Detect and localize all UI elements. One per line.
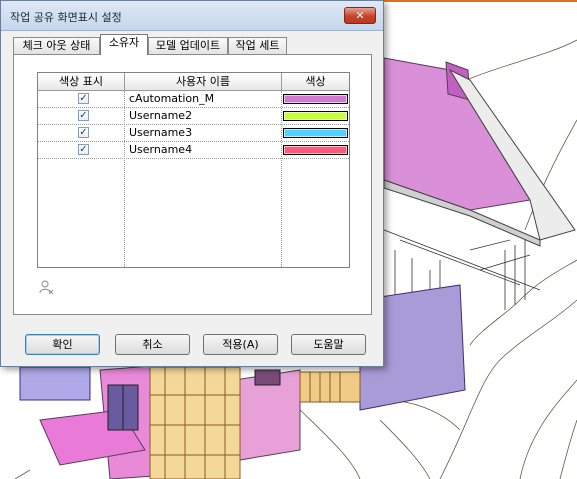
column-header-color[interactable]: 색상: [282, 73, 349, 91]
worksharing-display-settings-dialog: 작업 공유 화면표시 설정 ✕ 체크 아웃 상태 소유자 모델 업데이트 작업 …: [0, 0, 384, 367]
close-icon: ✕: [355, 9, 365, 22]
user-name: cAutomation_M: [129, 92, 215, 105]
tab-label: 체크 아웃 상태: [22, 39, 91, 52]
ok-button[interactable]: 확인: [25, 334, 100, 355]
help-button[interactable]: 도움말: [291, 334, 366, 355]
show-color-checkbox[interactable]: ✓: [78, 110, 89, 121]
table-row: ✓ Username4: [38, 142, 349, 159]
tab-label: 소유자: [108, 36, 140, 49]
user-name: Username3: [129, 126, 193, 139]
check-icon: ✓: [79, 127, 88, 138]
tab-label: 모델 업데이트: [155, 39, 221, 52]
purple-block[interactable]: [19, 366, 91, 401]
color-swatch[interactable]: [283, 128, 348, 138]
window[interactable]: [254, 369, 281, 386]
owners-panel: 색상 표시 사용자 이름 색상 ✓ cAutomation_M ✓ Userna…: [13, 54, 372, 315]
user-name: Username4: [129, 143, 193, 156]
column-header-user-name[interactable]: 사용자 이름: [125, 73, 282, 91]
tab-model-updates[interactable]: 모델 업데이트: [148, 37, 228, 54]
user-remove-icon[interactable]: [38, 279, 54, 295]
color-swatch[interactable]: [283, 145, 348, 155]
tab-label: 작업 세트: [235, 39, 280, 52]
table-row: ✓ Username3: [38, 125, 349, 142]
cancel-button[interactable]: 취소: [115, 334, 190, 355]
check-icon: ✓: [79, 93, 88, 104]
tab-worksets[interactable]: 작업 세트: [228, 37, 287, 54]
show-color-checkbox[interactable]: ✓: [78, 144, 89, 155]
color-swatch[interactable]: [283, 111, 348, 121]
column-header-show-color[interactable]: 색상 표시: [38, 73, 125, 91]
user-name: Username2: [129, 109, 193, 122]
check-icon: ✓: [79, 110, 88, 121]
tab-owners[interactable]: 소유자: [100, 34, 148, 55]
close-button[interactable]: ✕: [344, 7, 376, 24]
owners-table: 색상 표시 사용자 이름 색상 ✓ cAutomation_M ✓ Userna…: [37, 72, 350, 268]
table-row: ✓ cAutomation_M: [38, 91, 349, 108]
show-color-checkbox[interactable]: ✓: [78, 93, 89, 104]
apply-button[interactable]: 적용(A): [203, 334, 278, 355]
tab-checkout-status[interactable]: 체크 아웃 상태: [13, 37, 100, 54]
dialog-title: 작업 공유 화면표시 설정: [10, 11, 122, 24]
check-icon: ✓: [79, 144, 88, 155]
table-row: ✓ Username2: [38, 108, 349, 125]
show-color-checkbox[interactable]: ✓: [78, 127, 89, 138]
title-bar[interactable]: 작업 공유 화면표시 설정 ✕: [1, 1, 383, 31]
view-border: [384, 0, 577, 2]
color-swatch[interactable]: [283, 94, 348, 104]
